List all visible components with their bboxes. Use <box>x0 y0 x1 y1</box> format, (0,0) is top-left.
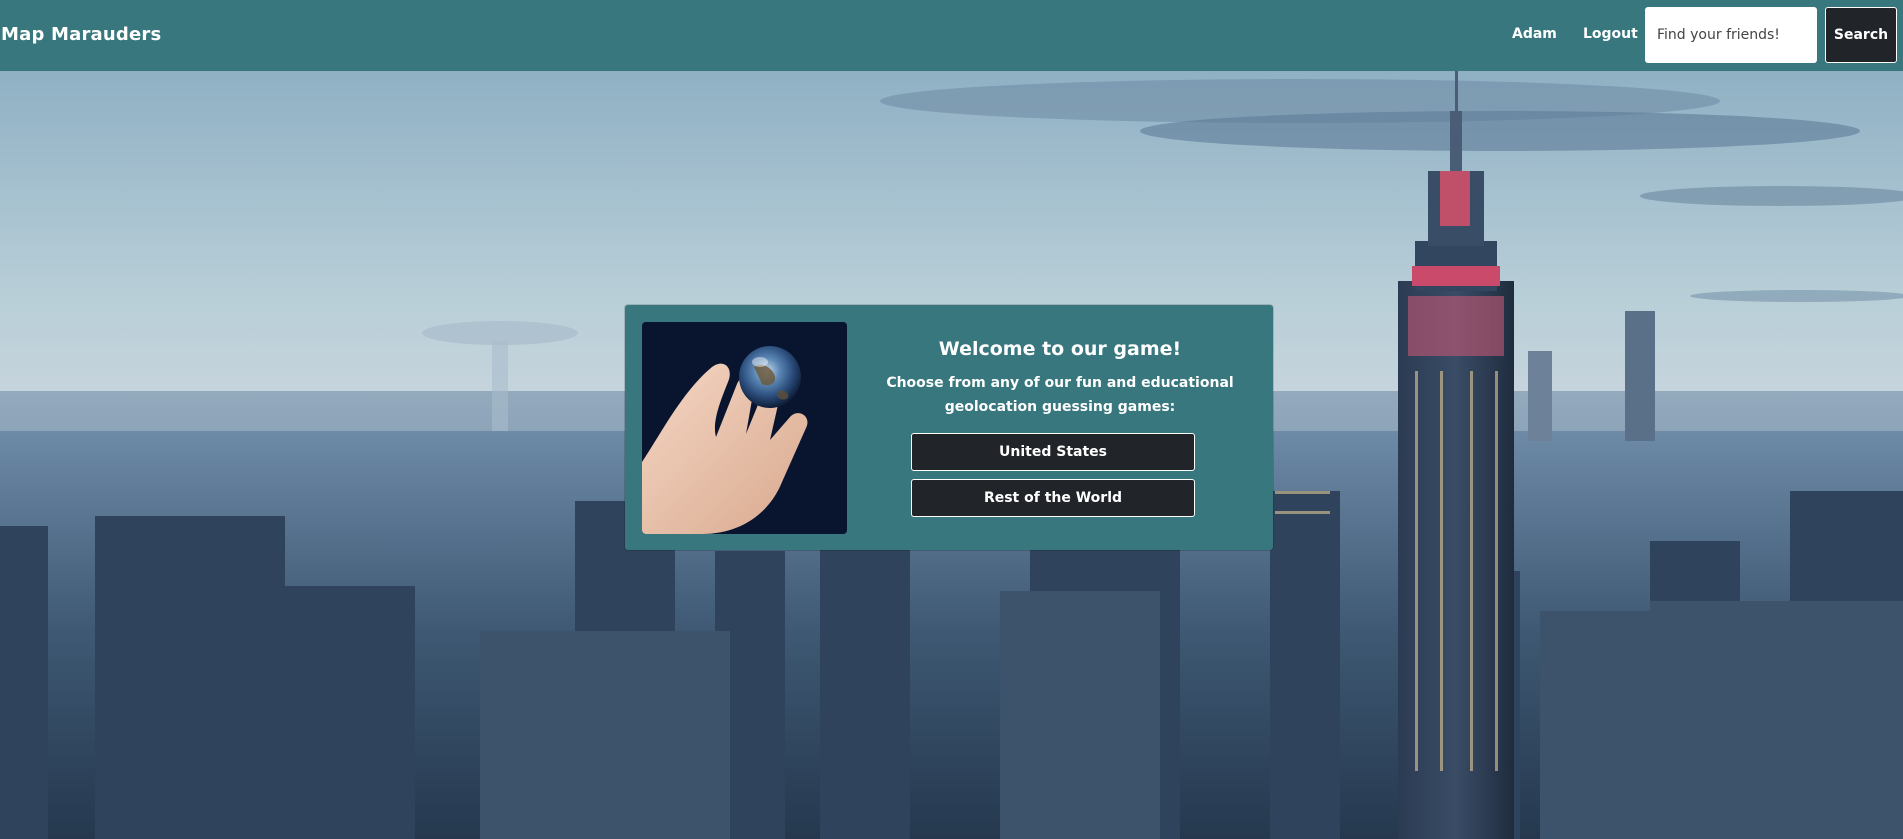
nav-logout-link[interactable]: Logout <box>1583 26 1638 42</box>
welcome-card: Welcome to our game! Choose from any of … <box>625 305 1273 550</box>
navbar: Map Marauders Adam Logout Search <box>0 0 1903 71</box>
hand-holding-globe-image <box>642 322 847 534</box>
united-states-game-button[interactable]: United States <box>911 433 1195 471</box>
card-title: Welcome to our game! <box>938 338 1182 360</box>
rest-of-world-game-button[interactable]: Rest of the World <box>911 479 1195 517</box>
page: Map Marauders Adam Logout Search <box>0 0 1903 839</box>
card-image <box>642 322 847 534</box>
friend-search-input[interactable] <box>1645 7 1817 63</box>
search-button[interactable]: Search <box>1825 7 1897 63</box>
card-description: Choose from any of our fun and education… <box>886 375 1234 415</box>
nav-user-link[interactable]: Adam <box>1512 26 1557 42</box>
card-body: Welcome to our game! Choose from any of … <box>865 305 1255 550</box>
brand-link[interactable]: Map Marauders <box>1 24 161 45</box>
